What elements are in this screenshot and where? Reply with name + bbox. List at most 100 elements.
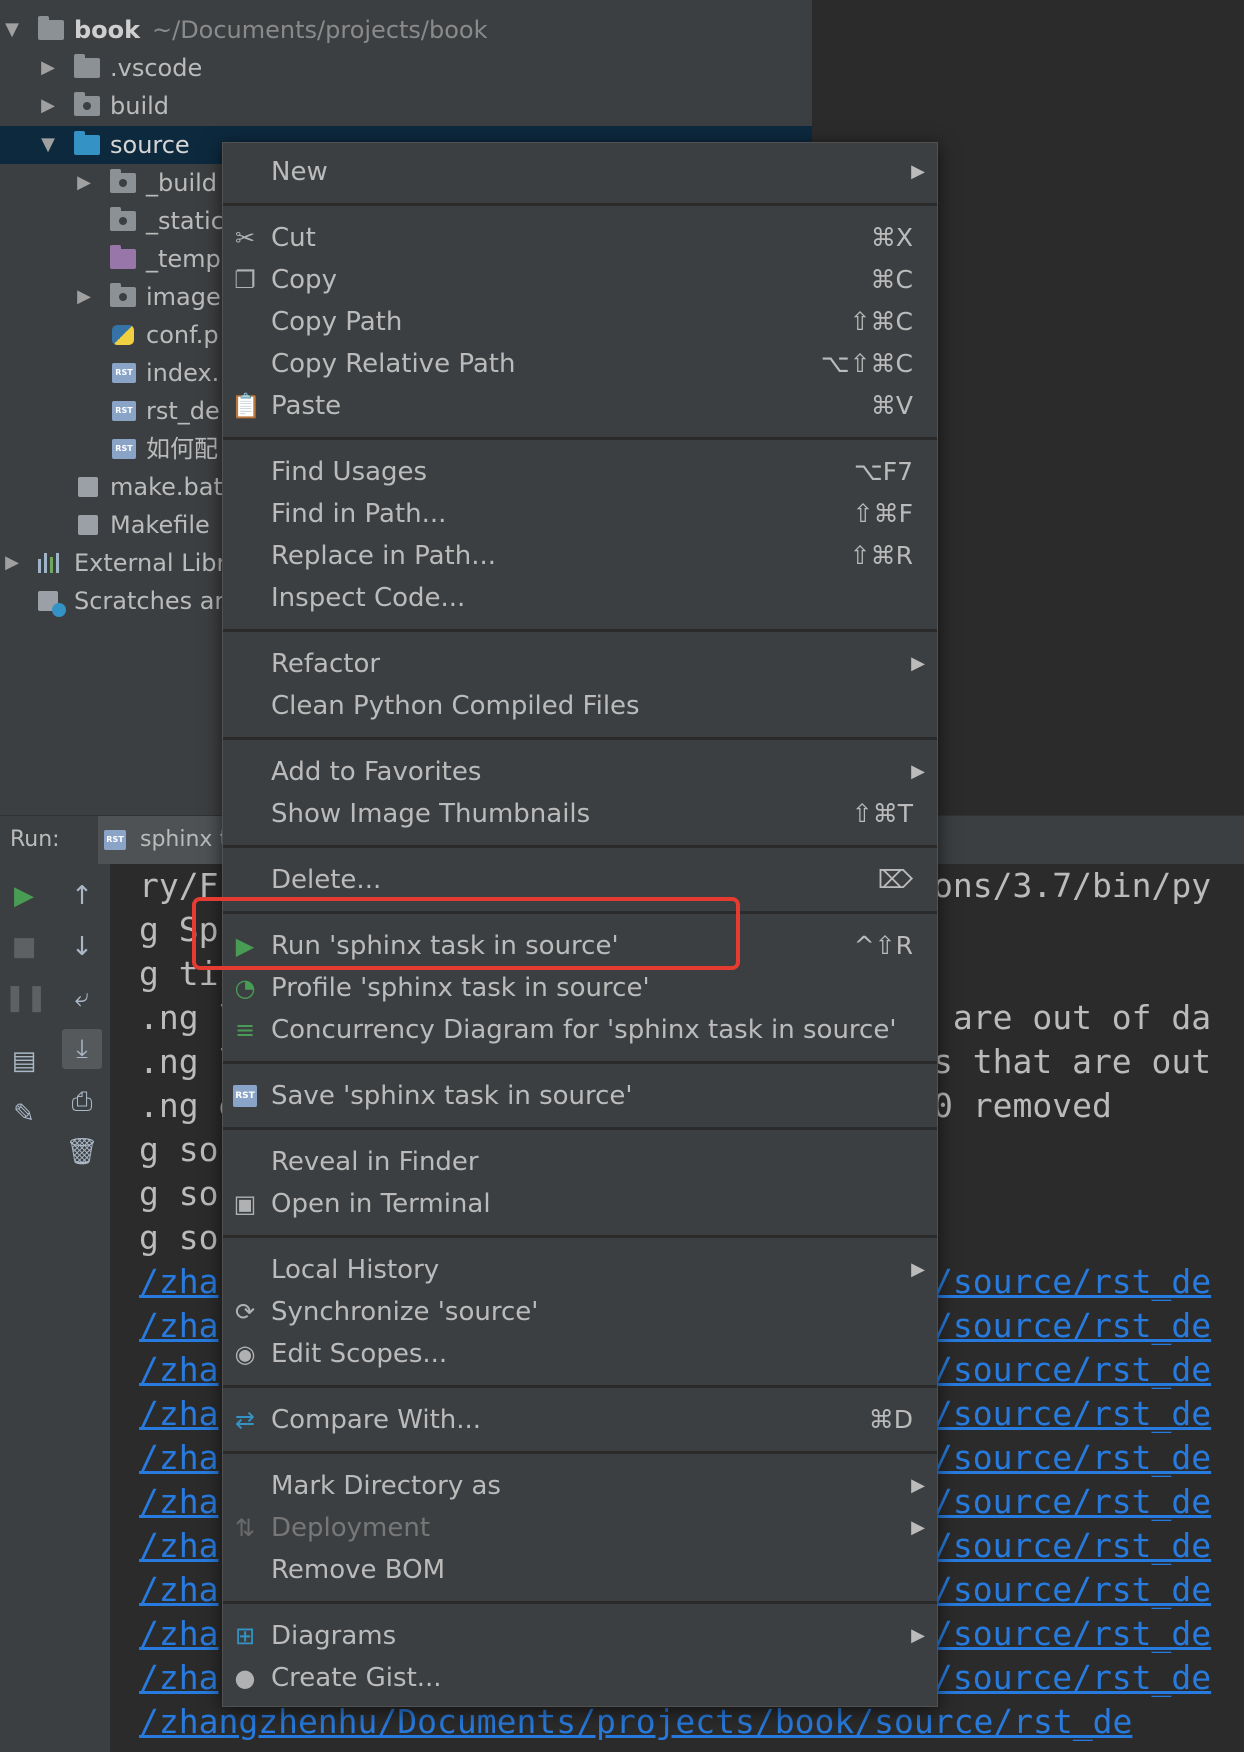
menu-item-label: Refactor (271, 649, 381, 679)
console-link-right[interactable]: /source/rst_de (933, 1524, 1211, 1568)
menu-item-refactor[interactable]: Refactor ▶ (223, 643, 937, 685)
menu-item-label: Edit Scopes... (271, 1339, 448, 1369)
chevron-right-icon[interactable]: ▶ (38, 49, 58, 87)
console-link[interactable]: /zha (139, 1568, 218, 1612)
copy-icon: ❐ (234, 266, 256, 294)
rst-file-icon: RST (104, 830, 126, 850)
console-link-right[interactable]: /source/rst_de (933, 1480, 1211, 1524)
menu-item-create-gist[interactable]: ● Create Gist... (223, 1657, 937, 1699)
console-link[interactable]: /zha (139, 1656, 218, 1700)
console-link[interactable]: /zha (139, 1304, 218, 1348)
menu-item-find-in-path[interactable]: Find in Path... ⇧⌘F (223, 493, 937, 535)
menu-item-copy-path[interactable]: Copy Path ⇧⌘C (223, 301, 937, 343)
console-link-right[interactable]: /source/rst_de (933, 1612, 1211, 1656)
menu-item-synchronize[interactable]: ⟳ Synchronize 'source' (223, 1291, 937, 1333)
menu-item-find-usages[interactable]: Find Usages ⌥F7 (223, 451, 937, 493)
tree-item-label: _build (146, 169, 218, 197)
chevron-down-icon[interactable]: ▼ (2, 11, 22, 49)
stop-icon[interactable]: ■ (4, 927, 44, 967)
tree-item-build[interactable]: ▶ build (0, 87, 812, 125)
menu-item-edit-scopes[interactable]: ◉ Edit Scopes... (223, 1333, 937, 1375)
console-link[interactable]: /zha (139, 1260, 218, 1304)
menu-item-clean-python[interactable]: Clean Python Compiled Files (223, 685, 937, 727)
console-link-right[interactable]: /source/rst_de (933, 1304, 1211, 1348)
menu-item-label: Remove BOM (271, 1555, 446, 1585)
chevron-right-icon[interactable]: ▶ (2, 544, 22, 582)
console-link[interactable]: /zha (139, 1348, 218, 1392)
menu-item-cut[interactable]: ✂ Cut ⌘X (223, 217, 937, 259)
rerun-icon[interactable]: ▶ (4, 876, 44, 916)
menu-item-label: Find Usages (271, 457, 428, 487)
profile-icon: ◔ (234, 974, 256, 1002)
scissors-icon: ✂ (234, 224, 256, 252)
tree-root-book[interactable]: ▼ book ~/Documents/projects/book (0, 11, 812, 49)
trash-icon[interactable]: 🗑 (62, 1132, 102, 1172)
submenu-arrow-icon: ▶ (911, 761, 925, 782)
menu-item-label: Replace in Path... (271, 541, 496, 571)
menu-item-shortcut: ⌘D (868, 1405, 913, 1434)
console-link[interactable]: /zha (139, 1524, 218, 1568)
chevron-down-icon[interactable]: ▼ (38, 126, 58, 164)
menu-item-mark-directory[interactable]: Mark Directory as ▶ (223, 1465, 937, 1507)
pin-icon[interactable]: ✎ (4, 1094, 44, 1134)
menu-item-label: Paste (271, 391, 342, 421)
menu-item-deployment[interactable]: ⇅ Deployment ▶ (223, 1507, 937, 1549)
scroll-to-end-icon[interactable]: ⤓ (62, 1029, 102, 1069)
folder-icon (110, 283, 136, 307)
console-line-right: ons/3.7/bin/py (933, 866, 1212, 905)
menu-item-reveal-in-finder[interactable]: Reveal in Finder (223, 1141, 937, 1183)
menu-item-shortcut: ⇧⌘R (849, 541, 913, 570)
console-link[interactable]: /zha (139, 1436, 218, 1480)
menu-item-replace-in-path[interactable]: Replace in Path... ⇧⌘R (223, 535, 937, 577)
console-link-right[interactable]: /source/rst_de (933, 1436, 1211, 1480)
menu-item-shortcut: ⇧⌘T (851, 799, 913, 828)
menu-item-local-history[interactable]: Local History ▶ (223, 1249, 937, 1291)
soft-wrap-icon[interactable]: ⤶ (62, 978, 102, 1018)
print-icon[interactable]: ⎙ (62, 1082, 102, 1122)
chevron-right-icon[interactable]: ▶ (74, 278, 94, 316)
menu-item-show-thumbnails[interactable]: Show Image Thumbnails ⇧⌘T (223, 793, 937, 835)
menu-item-diagrams[interactable]: ⊞ Diagrams ▶ (223, 1615, 937, 1657)
menu-item-delete[interactable]: Delete... ⌦ (223, 859, 937, 901)
console-link[interactable]: /zha (139, 1480, 218, 1524)
console-link-right[interactable]: /source/rst_de (933, 1568, 1211, 1612)
menu-item-profile-sphinx[interactable]: ◔ Profile 'sphinx task in source' (223, 967, 937, 1009)
menu-item-concurrency-diagram[interactable]: ≡ Concurrency Diagram for 'sphinx task i… (223, 1009, 937, 1051)
console-link-right[interactable]: /source/rst_de (933, 1260, 1211, 1304)
console-link-right[interactable]: /source/rst_de (933, 1348, 1211, 1392)
menu-item-inspect-code[interactable]: Inspect Code... (223, 577, 937, 619)
chevron-right-icon[interactable]: ▶ (74, 164, 94, 202)
excluded-folder-icon (110, 169, 136, 193)
menu-item-add-to-favorites[interactable]: Add to Favorites ▶ (223, 751, 937, 793)
down-arrow-icon[interactable]: ↓ (62, 927, 102, 967)
chevron-right-icon[interactable]: ▶ (38, 87, 58, 125)
tree-item-vscode[interactable]: ▶ .vscode (0, 49, 812, 87)
console-link[interactable]: /zha (139, 1392, 218, 1436)
pause-icon[interactable]: ❚❚ (4, 978, 48, 1018)
menu-item-remove-bom[interactable]: Remove BOM (223, 1549, 937, 1591)
tree-item-label: source (110, 131, 190, 159)
menu-item-new[interactable]: New ▶ (223, 151, 937, 193)
console-line: g so (139, 1130, 219, 1169)
menu-item-shortcut: ⌘V (870, 391, 913, 420)
menu-item-label: Profile 'sphinx task in source' (271, 973, 650, 1003)
console-line-right: are out of da (933, 998, 1212, 1037)
up-arrow-icon[interactable]: ↑ (62, 876, 102, 916)
console-link-right[interactable]: /source/rst_de (933, 1656, 1211, 1700)
terminal-icon: ▣ (233, 1190, 257, 1218)
menu-item-copy-relative-path[interactable]: Copy Relative Path ⌥⇧⌘C (223, 343, 937, 385)
menu-item-open-in-terminal[interactable]: ▣ Open in Terminal (223, 1183, 937, 1225)
menu-item-shortcut: ⇧⌘C (849, 307, 913, 336)
menu-item-copy[interactable]: ❐ Copy ⌘C (223, 259, 937, 301)
menu-separator (223, 437, 937, 440)
menu-item-paste[interactable]: 📋 Paste ⌘V (223, 385, 937, 427)
menu-item-shortcut: ⌥⇧⌘C (820, 349, 913, 378)
layout-icon[interactable]: ▤ (4, 1041, 44, 1081)
menu-item-label: Inspect Code... (271, 583, 466, 613)
console-link-right[interactable]: /source/rst_de (933, 1392, 1211, 1436)
tree-item-label: make.bat (110, 473, 223, 501)
console-link[interactable]: /zha (139, 1612, 218, 1656)
menu-item-shortcut: ⌘C (870, 265, 913, 294)
menu-item-save-sphinx[interactable]: RST Save 'sphinx task in source' (223, 1075, 937, 1117)
menu-item-compare-with[interactable]: ⇄ Compare With... ⌘D (223, 1399, 937, 1441)
